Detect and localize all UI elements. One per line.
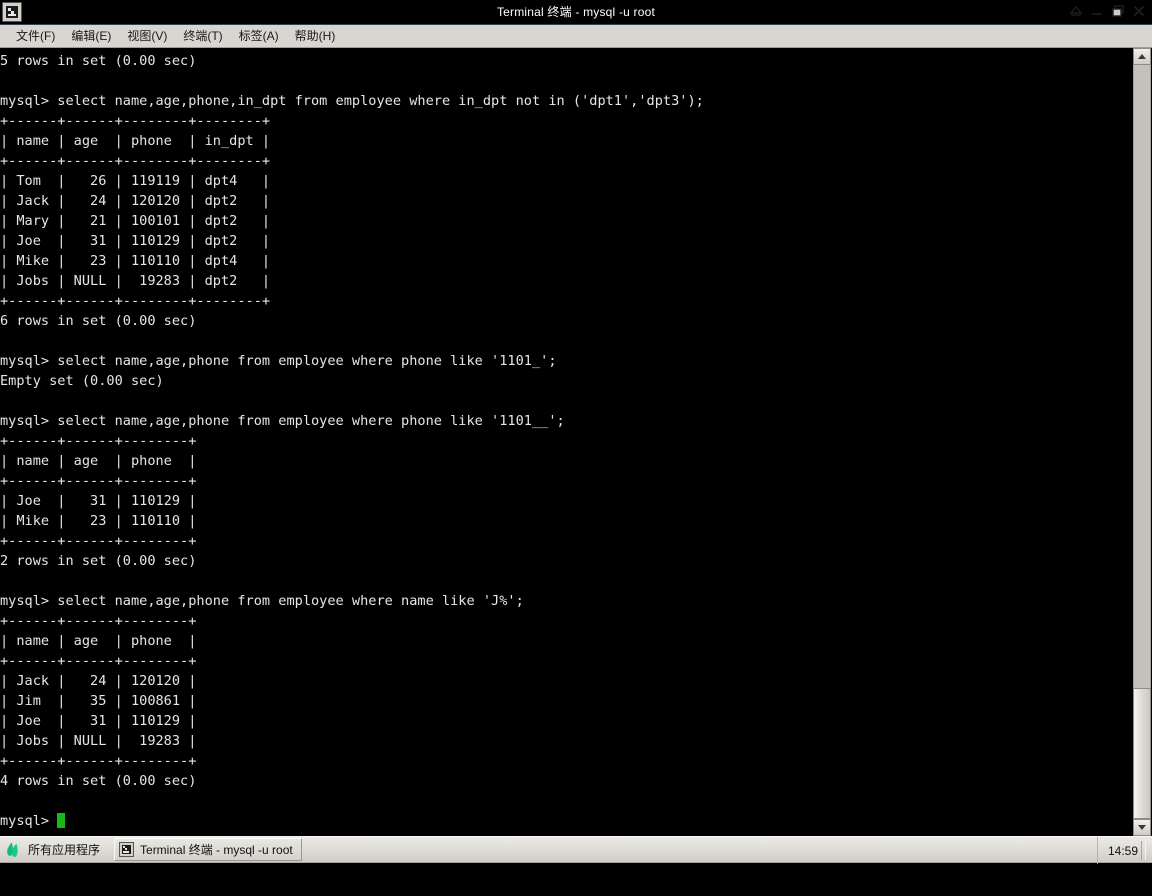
terminal-icon bbox=[2, 2, 22, 22]
terminal-text: 5 rows in set (0.00 sec) mysql> select na… bbox=[0, 48, 1130, 831]
clock-label: 14:59 bbox=[1107, 843, 1138, 858]
menu-view[interactable]: 视图(V) bbox=[119, 27, 175, 46]
terminal-line: | name | age | phone | bbox=[0, 453, 197, 469]
terminal-line: +------+------+--------+ bbox=[0, 613, 197, 629]
window-titlebar[interactable]: Terminal 终端 - mysql -u root bbox=[0, 0, 1152, 25]
terminal-line: +------+------+--------+ bbox=[0, 473, 197, 489]
menu-tabs[interactable]: 标签(A) bbox=[231, 27, 287, 46]
menu-edit[interactable]: 编辑(E) bbox=[63, 27, 119, 46]
menu-help[interactable]: 帮助(H) bbox=[287, 27, 344, 46]
terminal-line: | Joe | 31 | 110129 | dpt2 | bbox=[0, 233, 271, 249]
terminal-prompt: mysql> bbox=[0, 813, 58, 829]
menu-file[interactable]: 文件(F) bbox=[8, 27, 63, 46]
all-applications-label: 所有应用程序 bbox=[28, 843, 101, 857]
clock[interactable]: 14:59 bbox=[1096, 837, 1148, 864]
terminal-line: | Joe | 31 | 110129 | bbox=[0, 713, 197, 729]
close-button[interactable] bbox=[1132, 4, 1146, 20]
scroll-down-button[interactable] bbox=[1133, 819, 1151, 836]
terminal-line: mysql> select name,age,phone from employ… bbox=[0, 413, 565, 429]
terminal-icon bbox=[119, 842, 135, 857]
terminal-line: 6 rows in set (0.00 sec) bbox=[0, 313, 197, 329]
terminal-line: 5 rows in set (0.00 sec) bbox=[0, 53, 197, 69]
terminal-cursor bbox=[57, 813, 66, 828]
terminal-output-area[interactable]: 5 rows in set (0.00 sec) mysql> select na… bbox=[0, 48, 1152, 836]
window-title: Terminal 终端 - mysql -u root bbox=[496, 5, 656, 19]
terminal-line: Empty set (0.00 sec) bbox=[0, 373, 164, 389]
terminal-line: mysql> select name,age,phone from employ… bbox=[0, 593, 524, 609]
terminal-line: 2 rows in set (0.00 sec) bbox=[0, 553, 197, 569]
terminal-line: +------+------+--------+ bbox=[0, 433, 197, 449]
taskbar: 所有应用程序 Terminal 终端 - mysql -u root 14:59 bbox=[0, 836, 1152, 896]
terminal-line: +------+------+--------+ bbox=[0, 753, 197, 769]
terminal-line: +------+------+--------+ bbox=[0, 653, 197, 669]
terminal-line: | Jack | 24 | 120120 | dpt2 | bbox=[0, 193, 271, 209]
panel-grip[interactable] bbox=[1141, 841, 1146, 860]
terminal-window: Terminal 终端 - mysql -u root 文件(F) 编辑(E) … bbox=[0, 0, 1152, 836]
leaf-logo-icon bbox=[7, 842, 18, 857]
chevron-up-icon bbox=[1138, 54, 1146, 59]
terminal-line: | Jack | 24 | 120120 | bbox=[0, 673, 197, 689]
terminal-prompt-line[interactable]: mysql> bbox=[0, 811, 1130, 831]
terminal-line: | Jobs | NULL | 19283 | bbox=[0, 733, 197, 749]
scroll-up-button[interactable] bbox=[1133, 48, 1151, 65]
maximize-button[interactable] bbox=[1111, 4, 1125, 20]
terminal-line: +------+------+--------+--------+ bbox=[0, 113, 271, 129]
terminal-line: | Tom | 26 | 119119 | dpt4 | bbox=[0, 173, 271, 189]
window-controls bbox=[1065, 0, 1150, 24]
terminal-line: +------+------+--------+--------+ bbox=[0, 293, 271, 309]
chevron-down-icon bbox=[1138, 825, 1146, 830]
menubar: 文件(F) 编辑(E) 视图(V) 终端(T) 标签(A) 帮助(H) bbox=[0, 25, 1152, 48]
terminal-line: | Jim | 35 | 100861 | bbox=[0, 693, 197, 709]
terminal-line: | name | age | phone | in_dpt | bbox=[0, 133, 271, 149]
terminal-line: | Jobs | NULL | 19283 | dpt2 | bbox=[0, 273, 271, 289]
all-applications-button[interactable]: 所有应用程序 bbox=[0, 837, 110, 862]
terminal-line: | Mike | 23 | 110110 | bbox=[0, 513, 197, 529]
terminal-line: +------+------+--------+--------+ bbox=[0, 153, 271, 169]
terminal-line: mysql> select name,age,phone,in_dpt from… bbox=[0, 93, 704, 109]
shade-button[interactable] bbox=[1069, 4, 1083, 20]
terminal-line: | Joe | 31 | 110129 | bbox=[0, 493, 197, 509]
minimize-button[interactable] bbox=[1090, 4, 1104, 20]
terminal-line: mysql> select name,age,phone from employ… bbox=[0, 353, 557, 369]
terminal-scrollbar[interactable] bbox=[1131, 48, 1152, 836]
scrollbar-thumb[interactable] bbox=[1133, 688, 1151, 819]
desktop: Terminal 终端 - mysql -u root 文件(F) 编辑(E) … bbox=[0, 0, 1152, 896]
terminal-line: | name | age | phone | bbox=[0, 633, 197, 649]
taskbar-window-button[interactable]: Terminal 终端 - mysql -u root bbox=[114, 838, 302, 861]
menu-terminal[interactable]: 终端(T) bbox=[175, 27, 230, 46]
terminal-line: 4 rows in set (0.00 sec) bbox=[0, 773, 197, 789]
terminal-line: +------+------+--------+ bbox=[0, 533, 197, 549]
taskbar-window-label: Terminal 终端 - mysql -u root bbox=[140, 843, 293, 857]
terminal-line: | Mike | 23 | 110110 | dpt4 | bbox=[0, 253, 271, 269]
terminal-line: | Mary | 21 | 100101 | dpt2 | bbox=[0, 213, 271, 229]
